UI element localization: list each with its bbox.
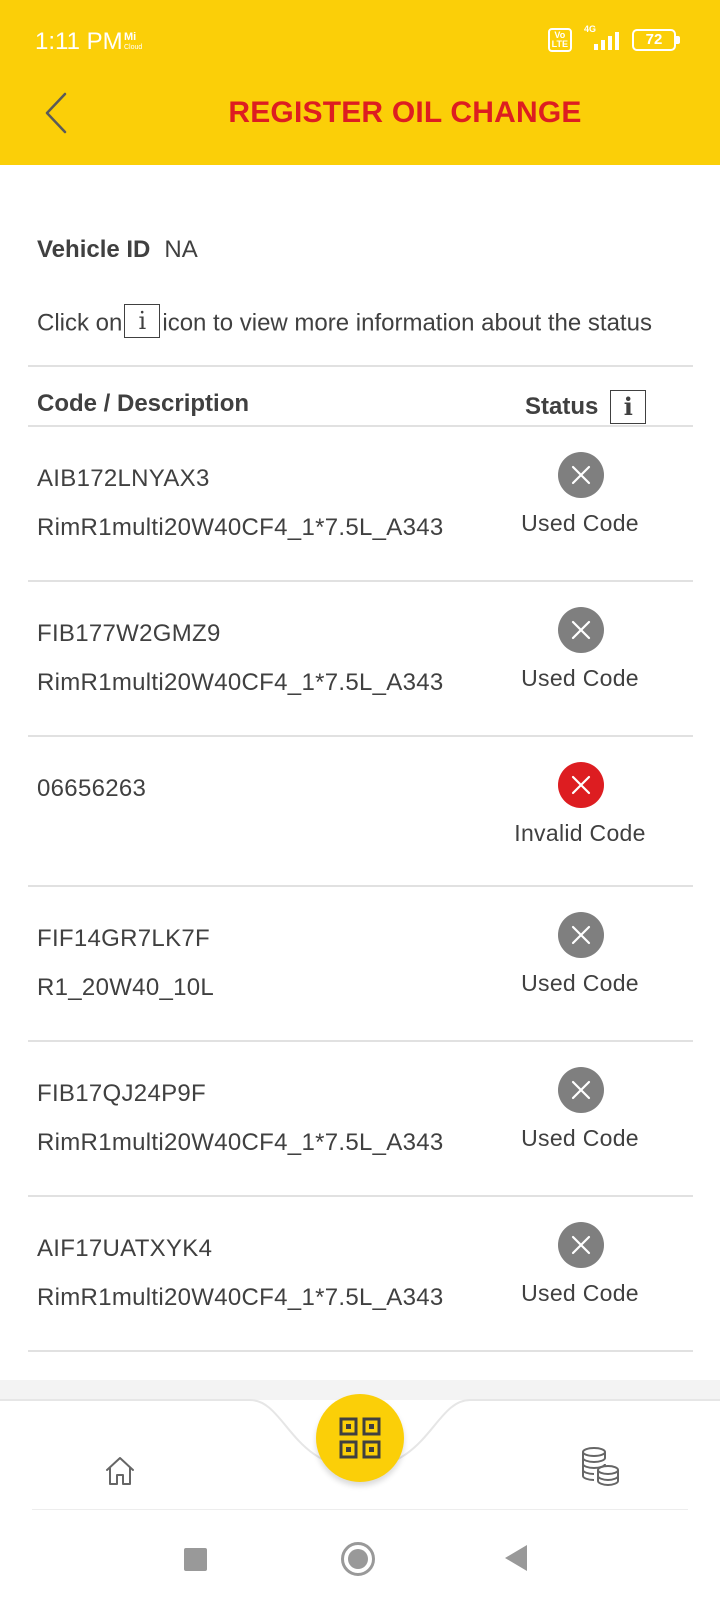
system-back-button[interactable] <box>505 1545 527 1571</box>
close-icon <box>571 775 591 795</box>
invalid-status-icon <box>558 762 604 808</box>
close-icon <box>571 1080 591 1100</box>
column-header-status: Status i <box>525 390 648 424</box>
row-description: RimR1multi20W40CF4_1*7.5L_A343 <box>37 514 444 541</box>
row-description: RimR1multi20W40CF4_1*7.5L_A343 <box>37 1284 444 1311</box>
used-status-icon <box>558 912 604 958</box>
row-status: Used Code <box>521 1280 639 1306</box>
divider <box>28 425 693 427</box>
row-status: Invalid Code <box>514 820 646 846</box>
status-icons: Vo LTE 4G 72 <box>547 24 680 55</box>
status-info-icon[interactable]: i <box>610 390 647 424</box>
divider <box>28 1040 693 1042</box>
row-code: 06656263 <box>37 775 147 802</box>
used-status-icon <box>558 1222 604 1268</box>
qr-code-icon <box>339 1417 381 1459</box>
nav-rewards-button[interactable] <box>578 1444 622 1488</box>
info-prefix: Click on <box>37 309 123 337</box>
volte-icon: Vo LTE <box>547 28 572 52</box>
status-time: 1:11 PM <box>35 28 123 55</box>
vehicle-id-label: Vehicle ID <box>37 236 151 263</box>
signal-icon: 4G <box>580 24 624 52</box>
divider <box>28 580 693 582</box>
used-status-icon <box>558 452 604 498</box>
close-icon <box>571 1235 591 1255</box>
info-icon: i <box>124 304 161 338</box>
status-header-label: Status <box>525 393 599 420</box>
close-icon <box>571 620 591 640</box>
used-status-icon <box>558 1067 604 1113</box>
row-code: FIB177W2GMZ9 <box>37 620 221 647</box>
page-title: REGISTER OIL CHANGE <box>228 96 582 129</box>
coins-icon <box>582 1447 619 1487</box>
battery-icon: 72 <box>632 29 680 51</box>
row-description: RimR1multi20W40CF4_1*7.5L_A343 <box>37 1129 444 1156</box>
info-suffix: icon to view more information about the … <box>162 309 652 337</box>
row-code: AIF17UATXYK4 <box>37 1235 213 1262</box>
vehicle-id-value: NA <box>164 236 198 263</box>
divider <box>28 1350 693 1352</box>
row-status: Used Code <box>521 1125 639 1151</box>
home-icon <box>106 1457 134 1485</box>
row-code: AIB172LNYAX3 <box>37 465 210 492</box>
close-icon <box>571 925 591 945</box>
mi-cloud-icon: Mi Cloud <box>124 31 143 52</box>
system-home-button[interactable] <box>341 1542 375 1576</box>
divider <box>28 365 693 367</box>
vehicle-id: Vehicle ID NA <box>37 236 198 264</box>
row-description: RimR1multi20W40CF4_1*7.5L_A343 <box>37 669 444 696</box>
info-hint: Click on i icon to view more information a… <box>37 304 652 341</box>
recent-apps-button[interactable] <box>184 1548 207 1571</box>
row-code: FIB17QJ24P9F <box>37 1080 207 1107</box>
row-status: Used Code <box>521 970 639 996</box>
row-code: FIF14GR7LK7F <box>37 925 210 952</box>
app-header: 1:11 PM Mi Cloud Vo LTE 4G 72 REGISTER OIL… <box>0 0 720 165</box>
close-icon <box>571 465 591 485</box>
divider <box>28 1195 693 1197</box>
row-status: Used Code <box>521 665 639 691</box>
scan-qr-button[interactable] <box>316 1394 404 1482</box>
status-bar: 1:11 PM Mi Cloud Vo LTE 4G 72 <box>0 0 720 80</box>
divider <box>28 885 693 887</box>
nav-home-button[interactable] <box>100 1450 140 1490</box>
used-status-icon <box>558 607 604 653</box>
row-status: Used Code <box>521 510 639 536</box>
divider <box>28 735 693 737</box>
column-header-code: Code / Description <box>37 390 250 417</box>
row-description: R1_20W40_10L <box>37 974 215 1001</box>
